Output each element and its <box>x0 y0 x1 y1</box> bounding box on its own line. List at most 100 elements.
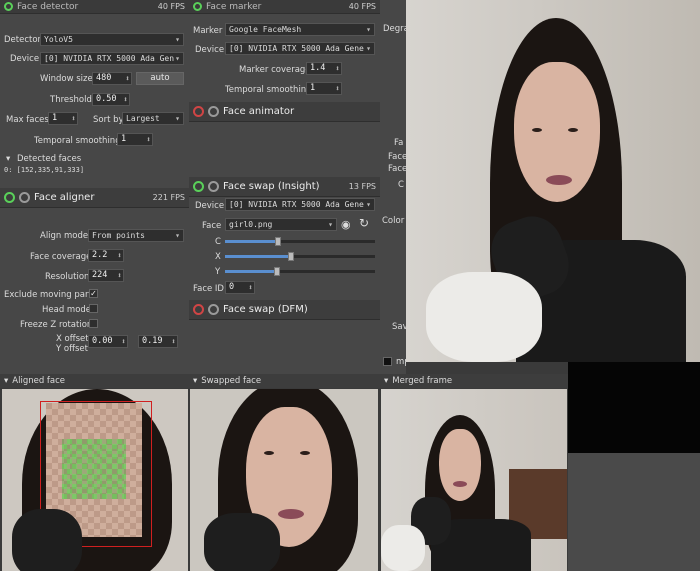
device-select[interactable]: [0] NVIDIA RTX 5000 Ada Gene <box>225 42 375 55</box>
threshold-label: Threshold <box>50 95 92 105</box>
detector-label: Detector <box>4 35 42 45</box>
align-mode-select[interactable]: From points <box>88 229 184 242</box>
gear-icon[interactable] <box>208 181 219 192</box>
temporal-smoothing-stepper[interactable]: 1 <box>117 133 153 146</box>
black-preview <box>568 362 700 453</box>
marker-coverage-stepper[interactable]: 1.4 <box>306 62 342 75</box>
device-select[interactable]: [0] NVIDIA RTX 5000 Ada Gene <box>225 198 375 211</box>
max-faces-label: Max faces <box>6 115 49 125</box>
face-label: Face <box>202 221 222 231</box>
window-size-stepper[interactable]: 480 <box>92 72 132 85</box>
x-label: X <box>215 252 221 262</box>
fps-readout: 40 FPS <box>348 2 376 11</box>
face-id-stepper[interactable]: 0 <box>225 281 255 294</box>
aligned-face-bar[interactable]: ▾ Aligned face <box>0 374 189 388</box>
x-slider-handle[interactable] <box>288 252 294 261</box>
power-icon[interactable] <box>193 304 204 315</box>
x-slider-fill <box>225 255 289 258</box>
align-mode-label: Align mode <box>40 231 89 241</box>
swapped-face-label: Swapped face <box>201 376 262 386</box>
face-marker-panel: Face marker 40 FPS Marker Google FaceMes… <box>189 0 380 374</box>
swapped-face-bar[interactable]: ▾ Swapped face <box>189 374 380 388</box>
device-label: Device <box>195 201 225 211</box>
refresh-icon[interactable]: ↻ <box>359 216 369 230</box>
panel-title: Face swap (Insight) <box>223 181 320 192</box>
face-coverage-stepper[interactable]: 2.2 <box>88 249 124 262</box>
sort-by-label: Sort by <box>93 115 124 125</box>
merged-frame-preview <box>381 389 567 571</box>
face-detector-panel: Face detector 40 FPS Detector YoloV5 Dev… <box>0 0 189 374</box>
panel-title: Face detector <box>17 1 79 12</box>
y-offset-stepper[interactable]: 0.19 <box>138 335 178 348</box>
sort-by-select[interactable]: Largest <box>122 112 184 125</box>
device-label: Device <box>195 45 225 55</box>
face-swap-insight-header[interactable]: Face swap (Insight) 13 FPS <box>189 177 380 197</box>
fps-readout: 13 FPS <box>348 182 376 191</box>
aligned-face-label: Aligned face <box>12 376 66 386</box>
x-offset-label: X offset <box>56 334 89 344</box>
merged-frame-bar[interactable]: ▾ Merged frame <box>380 374 568 388</box>
resolution-label: Resolution <box>45 272 90 282</box>
y-slider-handle[interactable] <box>274 267 280 276</box>
gear-icon[interactable] <box>208 106 219 117</box>
stream-output-window[interactable] <box>406 0 700 362</box>
power-icon[interactable] <box>4 192 15 203</box>
merged-frame-label: Merged frame <box>392 376 453 386</box>
exclude-moving-parts-checkbox[interactable]: ✓ <box>89 289 98 298</box>
panel-title: Face swap (DFM) <box>223 304 308 315</box>
mpegts-label: mpegts <box>396 357 406 367</box>
marker-coverage-label: Marker coverage <box>239 65 311 75</box>
mpegts-checkbox[interactable] <box>383 357 392 366</box>
head-mode-checkbox[interactable] <box>89 304 98 313</box>
y-slider-fill <box>225 270 275 273</box>
degrade-label: Degra <box>383 24 406 34</box>
gear-icon[interactable] <box>19 192 30 203</box>
window-size-label: Window size <box>40 74 93 84</box>
x-offset-stepper[interactable]: 0.00 <box>88 335 128 348</box>
face-detector-header[interactable]: Face detector 40 FPS <box>0 0 189 14</box>
detected-faces-value: 0: [152,335,91,333] <box>4 166 85 174</box>
detector-select[interactable]: YoloV5 <box>40 33 184 46</box>
gear-icon[interactable] <box>208 304 219 315</box>
swapped-face-preview <box>190 389 378 571</box>
face-coverage-label: Face coverage <box>30 252 92 262</box>
temporal-smoothing-stepper[interactable]: 1 <box>306 82 342 95</box>
device-select[interactable]: [0] NVIDIA RTX 5000 Ada Gen <box>40 52 184 65</box>
y-offset-label: Y offset <box>56 344 88 354</box>
save-label: Sav <box>392 322 406 332</box>
face-label: Face <box>388 152 406 162</box>
marker-select[interactable]: Google FaceMesh <box>225 23 375 36</box>
face-aligner-header[interactable]: Face aligner 221 FPS <box>0 188 189 208</box>
eye-icon[interactable]: ◉ <box>341 218 351 231</box>
temporal-smoothing-label: Temporal smoothing <box>225 85 312 95</box>
face-label-2: Face <box>388 164 406 174</box>
aligned-face-preview <box>2 389 188 571</box>
c-label: C <box>215 237 221 247</box>
merger-panel: Degra Fa Face Face C Color Sav mpegts <box>380 0 406 374</box>
c-slider-handle[interactable] <box>275 237 281 246</box>
fps-readout: 221 FPS <box>152 193 185 202</box>
resolution-stepper[interactable]: 224 <box>88 269 124 282</box>
power-icon[interactable] <box>193 106 204 117</box>
face-marker-header[interactable]: Face marker 40 FPS <box>189 0 380 14</box>
max-faces-stepper[interactable]: 1 <box>48 112 78 125</box>
expand-icon[interactable]: ▾ <box>6 154 10 164</box>
threshold-stepper[interactable]: 0.50 <box>92 93 130 106</box>
empty-area <box>568 453 700 571</box>
c-slider-fill <box>225 240 277 243</box>
panel-title: Face aligner <box>34 192 95 203</box>
c-label: C <box>398 180 404 190</box>
mic-stand <box>381 525 425 571</box>
freeze-z-rotation-label: Freeze Z rotation <box>20 320 93 330</box>
mic-stand <box>426 272 542 362</box>
face-animator-header[interactable]: Face animator <box>189 102 380 122</box>
power-icon[interactable] <box>193 2 202 11</box>
face-id-label: Face ID <box>193 284 224 294</box>
panel-title: Face marker <box>206 1 262 12</box>
power-icon[interactable] <box>193 181 204 192</box>
freeze-z-rotation-checkbox[interactable] <box>89 319 98 328</box>
face-swap-dfm-header[interactable]: Face swap (DFM) <box>189 300 380 320</box>
face-select[interactable]: girl0.png <box>225 218 337 231</box>
auto-button[interactable]: auto <box>136 72 184 85</box>
power-icon[interactable] <box>4 2 13 11</box>
